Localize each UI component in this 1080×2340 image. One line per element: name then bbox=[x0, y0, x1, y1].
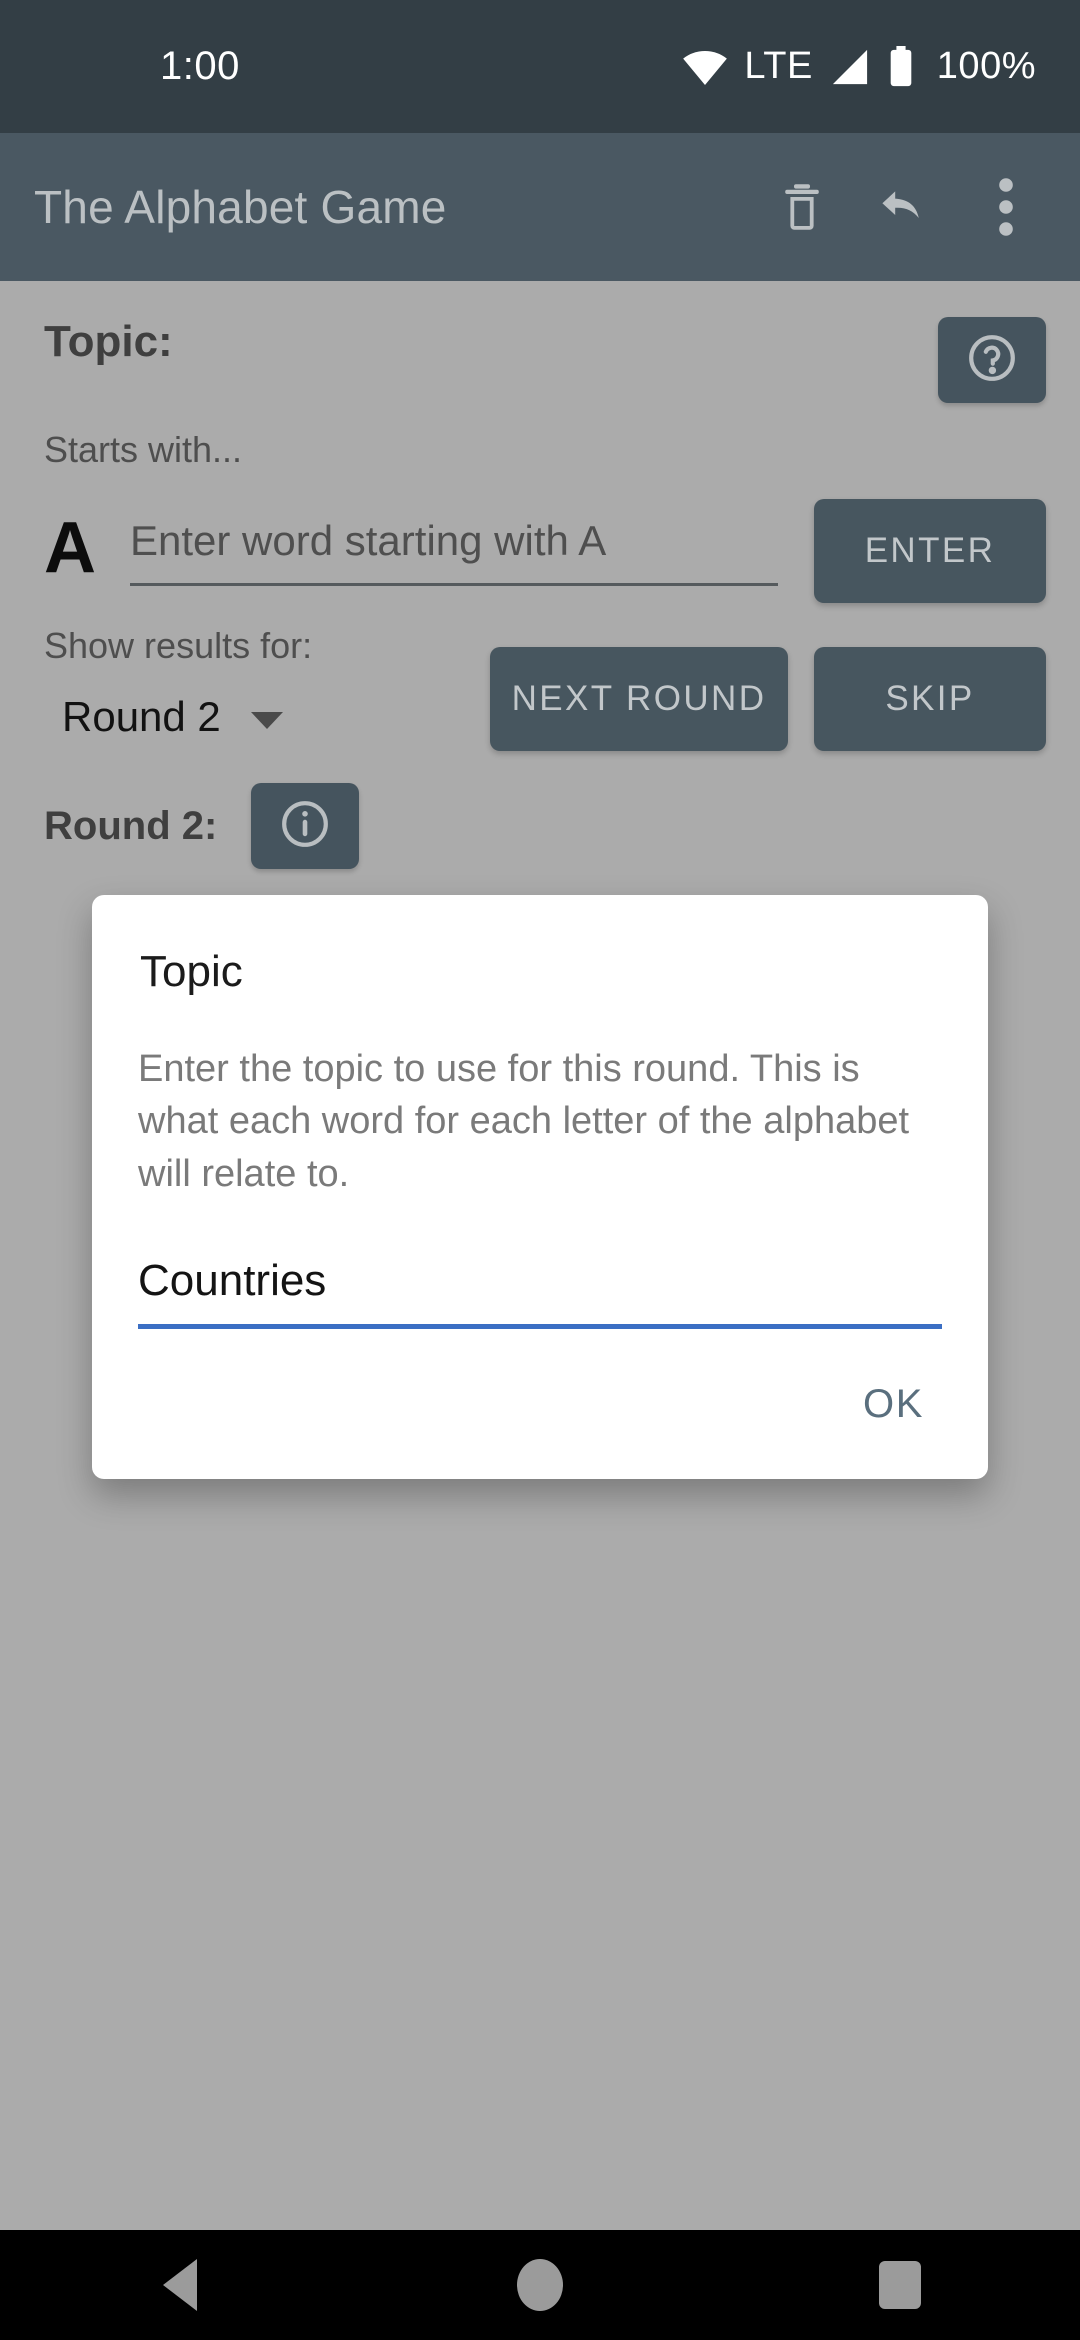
topic-input[interactable]: Countries bbox=[138, 1256, 942, 1330]
wifi-icon bbox=[682, 48, 728, 86]
recents-square-icon bbox=[879, 2261, 921, 2309]
dialog-message: Enter the topic to use for this round. T… bbox=[138, 1048, 910, 1195]
round-heading: Round 2: bbox=[44, 803, 218, 848]
word-input-placeholder: Enter word starting with A bbox=[130, 516, 607, 564]
topic-input-value: Countries bbox=[138, 1256, 327, 1306]
round-action-buttons: NEXT ROUND SKIP bbox=[490, 625, 1046, 751]
round-spinner[interactable]: Round 2 bbox=[44, 667, 490, 741]
topic-row: Topic: bbox=[0, 281, 1080, 403]
results-row: Show results for: Round 2 NEXT ROUND SKI… bbox=[0, 603, 1080, 751]
enter-button[interactable]: ENTER bbox=[814, 499, 1046, 603]
help-circle-icon bbox=[966, 332, 1018, 389]
starts-with-label: Starts with... bbox=[44, 429, 243, 470]
topic-dialog: Topic Enter the topic to use for this ro… bbox=[92, 895, 988, 1480]
round-spinner-value: Round 2 bbox=[62, 693, 221, 740]
network-type-label: LTE bbox=[744, 45, 813, 87]
help-button[interactable] bbox=[938, 317, 1046, 403]
status-clock: 1:00 bbox=[160, 44, 240, 88]
word-input[interactable]: Enter word starting with A bbox=[130, 517, 778, 586]
round-info-button[interactable] bbox=[251, 783, 360, 869]
dialog-actions: OK bbox=[138, 1329, 942, 1479]
results-selector: Show results for: Round 2 bbox=[44, 625, 490, 741]
dialog-title: Topic bbox=[140, 947, 243, 996]
skip-button[interactable]: SKIP bbox=[814, 647, 1046, 751]
info-circle-icon bbox=[279, 798, 331, 855]
overflow-menu-icon[interactable] bbox=[980, 178, 1032, 236]
delete-icon[interactable] bbox=[776, 181, 828, 233]
undo-icon[interactable] bbox=[878, 181, 930, 233]
next-round-button[interactable]: NEXT ROUND bbox=[490, 647, 788, 751]
topic-label: Topic: bbox=[44, 317, 173, 366]
recents-button[interactable] bbox=[840, 2230, 960, 2340]
signal-bars-icon bbox=[829, 48, 871, 86]
battery-full-icon bbox=[887, 45, 915, 88]
status-icons: LTE 100% bbox=[682, 45, 1036, 88]
home-circle-icon bbox=[517, 2259, 563, 2311]
ok-button[interactable]: OK bbox=[849, 1370, 938, 1439]
current-letter: A bbox=[44, 508, 96, 588]
word-entry-row: A Enter word starting with A ENTER bbox=[0, 471, 1080, 603]
chevron-down-icon bbox=[250, 711, 283, 729]
app-bar: The Alphabet Game bbox=[0, 133, 1080, 281]
app-bar-actions bbox=[776, 178, 1032, 236]
show-results-label: Show results for: bbox=[44, 625, 313, 666]
battery-percent-label: 100% bbox=[936, 45, 1036, 87]
round-heading-row: Round 2: bbox=[0, 751, 1080, 869]
main-content: Topic: Starts with... A Enter word start… bbox=[0, 281, 1080, 869]
back-button[interactable] bbox=[120, 2230, 240, 2340]
back-triangle-icon bbox=[163, 2259, 197, 2311]
home-button[interactable] bbox=[480, 2230, 600, 2340]
phone-screen: 1:00 LTE 100% The Alphabet Game Topic: S… bbox=[0, 0, 1080, 2340]
status-bar: 1:00 LTE 100% bbox=[0, 0, 1080, 133]
app-title: The Alphabet Game bbox=[34, 181, 447, 233]
navigation-bar bbox=[0, 2230, 1080, 2340]
